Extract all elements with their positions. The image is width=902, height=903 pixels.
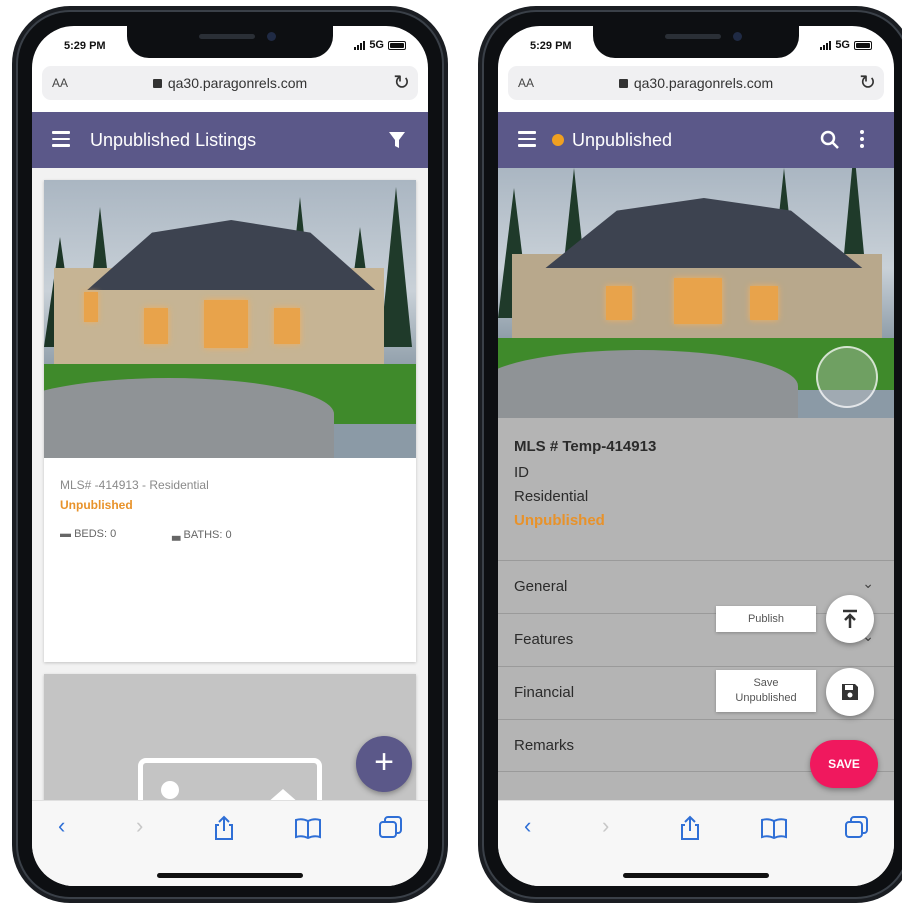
status-time: 5:29 PM	[530, 40, 572, 52]
status-time: 5:29 PM	[64, 40, 106, 52]
left-phone-frame: 5:29 PM 5G AA qa30.paragonrels.com ↻ Unp…	[12, 6, 448, 903]
right-phone-frame: 5:29 PM 5G AA qa30.paragonrels.com ↻ Unp…	[478, 6, 902, 903]
search-icon[interactable]	[820, 130, 840, 150]
share-icon[interactable]	[678, 815, 702, 841]
reload-icon[interactable]: ↻	[393, 70, 410, 95]
url-text: qa30.paragonrels.com	[633, 75, 774, 91]
save-unpublished-action-label[interactable]: Save Unpublished	[716, 670, 816, 712]
listing-hero-photo[interactable]	[498, 168, 894, 418]
chevron-down-icon: ⌄	[862, 575, 874, 591]
home-indicator	[623, 873, 769, 878]
bed-icon: ▬	[60, 528, 75, 540]
listing-card-placeholder[interactable]	[44, 674, 416, 800]
reload-icon[interactable]: ↻	[859, 70, 876, 95]
hamburger-menu-icon[interactable]	[52, 131, 70, 151]
page-title: Unpublished Listings	[90, 130, 257, 150]
page-title: Unpublished	[572, 130, 673, 150]
signal-icon	[820, 40, 832, 50]
add-listing-button[interactable]: +	[356, 736, 412, 792]
status-dot-icon	[552, 134, 564, 146]
listing-status: Unpublished	[60, 498, 133, 512]
right-phone-screen: 5:29 PM 5G AA qa30.paragonrels.com ↻ Unp…	[498, 26, 894, 886]
baths-info: ▃ BATHS: 0	[172, 529, 232, 541]
publish-button[interactable]	[826, 595, 874, 643]
bookmarks-icon[interactable]	[294, 817, 322, 839]
hamburger-menu-icon[interactable]	[518, 131, 536, 151]
browser-toolbar: ‹ ›	[32, 800, 428, 886]
listing-photo[interactable]	[44, 180, 416, 458]
listing-id-label: ID	[514, 464, 529, 481]
browser-address-bar[interactable]: AA qa30.paragonrels.com ↻	[42, 66, 418, 100]
back-icon[interactable]: ‹	[524, 813, 531, 839]
tabs-icon[interactable]	[844, 815, 870, 839]
listing-status: Unpublished	[514, 512, 605, 529]
forward-icon[interactable]: ›	[602, 813, 609, 839]
app-header: Unpublished Listings	[32, 112, 428, 168]
phone-notch	[593, 26, 799, 58]
back-icon[interactable]: ‹	[58, 813, 65, 839]
save-unpublished-button[interactable]	[826, 668, 874, 716]
publish-action-label[interactable]: Publish	[716, 606, 816, 632]
share-icon[interactable]	[212, 815, 236, 841]
tabs-icon[interactable]	[378, 815, 404, 839]
bath-icon: ▃	[172, 529, 184, 541]
listing-mls-number: MLS # Temp-414913	[514, 438, 657, 455]
listing-type: Residential	[514, 488, 589, 505]
filter-icon[interactable]	[388, 130, 406, 150]
home-indicator	[157, 873, 303, 878]
network-label: 5G	[835, 39, 850, 51]
left-phone-screen: 5:29 PM 5G AA qa30.paragonrels.com ↻ Unp…	[32, 26, 428, 886]
signal-icon	[354, 40, 366, 50]
app-header: Unpublished	[498, 112, 894, 168]
image-placeholder-icon	[138, 758, 322, 800]
publish-icon	[843, 609, 857, 628]
listing-meta: MLS# -414913 - Residential	[60, 478, 209, 492]
lock-icon	[152, 79, 162, 88]
network-label: 5G	[369, 39, 384, 51]
battery-icon	[854, 40, 872, 50]
forward-icon[interactable]: ›	[136, 813, 143, 839]
browser-toolbar: ‹ ›	[498, 800, 894, 886]
screenshot-stage: 5:29 PM 5G AA qa30.paragonrels.com ↻ Unp…	[0, 0, 902, 903]
save-button[interactable]: SAVE	[810, 740, 878, 788]
photo-thumbnail[interactable]	[816, 346, 878, 408]
browser-address-bar[interactable]: AA qa30.paragonrels.com ↻	[508, 66, 884, 100]
bookmarks-icon[interactable]	[760, 817, 788, 839]
listings-content: MLS# -414913 - Residential Unpublished ▬…	[32, 168, 428, 800]
save-disk-icon	[842, 684, 858, 700]
beds-info: ▬ BEDS: 0	[60, 528, 117, 540]
phone-notch	[127, 26, 333, 58]
battery-icon	[388, 40, 406, 50]
lock-icon	[618, 79, 628, 88]
more-options-icon[interactable]	[860, 130, 864, 148]
url-text: qa30.paragonrels.com	[167, 75, 308, 91]
listing-card[interactable]: MLS# -414913 - Residential Unpublished ▬…	[44, 180, 416, 662]
